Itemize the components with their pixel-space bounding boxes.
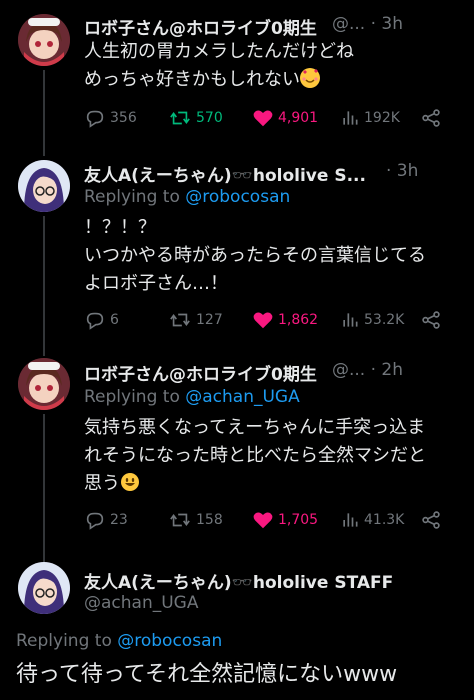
reply-button[interactable]: 6: [84, 308, 119, 332]
mention-link[interactable]: @achan_UGA: [185, 387, 299, 407]
like-button[interactable]: 1,705: [252, 508, 318, 532]
like-button[interactable]: 1,862: [252, 308, 318, 332]
post-text: 気持ち悪くなってえーちゃんに手突っ込ま れそうになった時と比べたら全然マシだと …: [84, 414, 456, 498]
repost-count: 158: [196, 512, 223, 528]
reply-count: 6: [110, 312, 119, 328]
author-name[interactable]: ロボ子さん@ホロライブ0期生: [84, 360, 317, 385]
replying-to: Replying to @robocosan: [84, 187, 290, 207]
post-text: ！？！？ いつかやる時があったらその言葉信じてる よロボ子さん…！: [84, 214, 456, 298]
like-button[interactable]: 4,901: [252, 106, 318, 130]
views-button[interactable]: 192K: [340, 106, 400, 130]
post-text-line: ！？！？: [84, 217, 156, 238]
mention-link[interactable]: @robocosan: [185, 187, 290, 207]
author-name[interactable]: 友人A(えーちゃん)🕶️hololive S...: [84, 161, 366, 186]
avatar-roboco[interactable]: [18, 14, 70, 66]
grinning-face-icon: [120, 472, 140, 492]
analytics-icon: [343, 313, 358, 327]
reply-icon: [86, 110, 104, 128]
views-button[interactable]: 53.2K: [340, 308, 404, 332]
reply-icon: [86, 312, 104, 330]
author-name[interactable]: ロボ子さん@ホロライブ0期生: [84, 14, 317, 39]
views-count: 53.2K: [364, 312, 405, 328]
reply-button[interactable]: 23: [84, 508, 128, 532]
repost-icon: [170, 313, 190, 327]
post-meta[interactable]: · 3h: [386, 161, 418, 181]
post-text-line: めっちゃ好きかもしれない: [84, 66, 456, 94]
replying-label: Replying to: [16, 631, 112, 651]
repost-count: 570: [196, 110, 223, 126]
author-handle[interactable]: @achan_UGA: [84, 593, 198, 613]
post-text-line: 思う: [84, 470, 456, 498]
mention-link[interactable]: @robocosan: [117, 631, 222, 651]
analytics-icon: [343, 111, 358, 125]
avatar-achan[interactable]: [18, 160, 70, 212]
share-icon: [422, 311, 440, 329]
post-text-line: よロボ子さん…！: [84, 273, 228, 294]
reply-count: 356: [110, 110, 137, 126]
post-text: 人生初の胃カメラしたんだけどね めっちゃ好きかもしれない: [84, 38, 456, 94]
thread-line: [43, 216, 45, 356]
post-text-line: いつかやる時があったらその言葉信じてる: [84, 245, 426, 266]
replying-to: Replying to @achan_UGA: [84, 387, 300, 407]
post-actions: 6 127 1,862 53.2K: [84, 308, 454, 332]
share-icon: [422, 511, 440, 529]
avatar-achan[interactable]: [18, 562, 70, 614]
repost-button[interactable]: 158: [168, 508, 223, 532]
share-button[interactable]: [420, 106, 446, 130]
views-count: 41.3K: [364, 512, 405, 528]
post-meta[interactable]: @... · 3h: [332, 14, 403, 34]
repost-button[interactable]: 127: [168, 308, 223, 332]
post-text-line: れそうになった時と比べたら全然マシだと: [84, 445, 426, 466]
views-count: 192K: [364, 110, 400, 126]
like-count: 1,862: [278, 312, 319, 328]
repost-button[interactable]: 570: [168, 106, 223, 130]
avatar-roboco[interactable]: [18, 358, 70, 410]
author-name[interactable]: 友人A(えーちゃん)🕶️hololive STAFF: [84, 568, 393, 593]
repost-count: 127: [196, 312, 223, 328]
share-icon: [422, 109, 440, 127]
share-button[interactable]: [420, 308, 446, 332]
heart-filled-icon: [253, 312, 273, 329]
repost-icon: [170, 111, 190, 125]
analytics-icon: [343, 513, 358, 527]
reply-button[interactable]: 356: [84, 106, 137, 130]
like-count: 4,901: [278, 110, 319, 126]
heart-filled-icon: [253, 110, 273, 127]
repost-icon: [170, 513, 190, 527]
post-actions: 23 158 1,705 41.3K: [84, 508, 454, 532]
post-text-fragment: めっちゃ好きかもしれない: [84, 69, 300, 90]
heart-filled-icon: [253, 512, 273, 529]
thread-line: [43, 414, 45, 562]
views-button[interactable]: 41.3K: [340, 508, 404, 532]
reply-count: 23: [110, 512, 128, 528]
reply-icon: [86, 512, 104, 530]
post-actions: 356 570 4,901 192K: [84, 106, 454, 130]
replying-label: Replying to: [84, 187, 180, 207]
post-text-fragment: 思う: [84, 473, 120, 494]
post-meta[interactable]: @... · 2h: [332, 360, 403, 380]
replying-to: Replying to @robocosan: [16, 631, 222, 651]
post-text-line: 人生初の胃カメラしたんだけどね: [84, 41, 354, 62]
smiling-face-with-hearts-icon: [300, 68, 320, 88]
share-button[interactable]: [420, 508, 446, 532]
replying-label: Replying to: [84, 387, 180, 407]
main-post-text: 待って待ってそれ全然記憶にないwww: [16, 662, 398, 687]
post-text-line: 気持ち悪くなってえーちゃんに手突っ込ま: [84, 417, 426, 438]
like-count: 1,705: [278, 512, 319, 528]
thread-line: [43, 70, 45, 156]
